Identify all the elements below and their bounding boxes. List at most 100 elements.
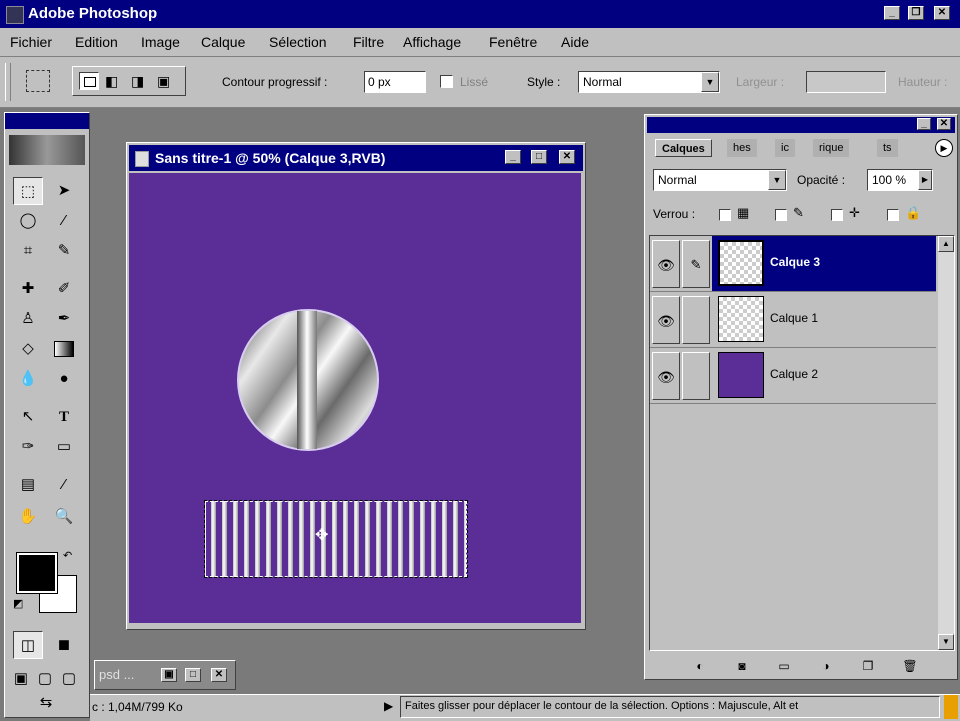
minimized-doc-window[interactable]: psd ... ▣ □ ✕ [94, 660, 236, 690]
foreground-color-swatch[interactable] [17, 553, 57, 593]
menu-image[interactable]: Image [141, 28, 180, 56]
intersect-selection-icon[interactable]: ▣ [157, 72, 177, 90]
visibility-eye-icon[interactable]: 👁 [652, 352, 680, 400]
new-set-icon[interactable]: ▭ [773, 657, 795, 675]
lock-position-checkbox[interactable] [831, 209, 843, 221]
add-selection-icon[interactable]: ◧ [105, 72, 125, 90]
chevron-down-icon[interactable]: ▼ [701, 72, 719, 92]
jump-to-imageready-icon[interactable]: ⇆ [13, 691, 79, 715]
brush-link-icon[interactable]: ✎ [682, 240, 710, 288]
new-layer-icon[interactable]: ❐ [857, 657, 879, 675]
default-colors-icon[interactable]: ◩ [13, 597, 23, 610]
opacity-arrow-icon[interactable]: ▶ [918, 170, 932, 190]
subtract-selection-icon[interactable]: ◨ [131, 72, 151, 90]
tab-calques[interactable]: Calques [655, 139, 712, 157]
link-empty-slot[interactable] [682, 296, 710, 344]
close-button[interactable]: ✕ [934, 6, 950, 20]
layer-style-icon[interactable]: ◐ [689, 657, 711, 675]
panel-menu-icon[interactable]: ▶ [935, 139, 953, 157]
path-selection-tool-icon[interactable]: ↖ [13, 403, 43, 431]
panel-minimize-button[interactable]: _ [917, 118, 931, 130]
status-arrow-icon[interactable]: ▶ [384, 699, 393, 713]
layer-row-calque-2[interactable]: 👁 Calque 2 [650, 348, 936, 404]
toolbox: ⬚ ➤ ◯ ⁄ ⌗ ✎ ✚ ✐ ♙ ✒ ◇ 💧 ● ↖ T ✑ ▭ ▤ ⁄ ✋ … [4, 112, 90, 718]
type-tool-icon[interactable]: T [49, 403, 79, 431]
trash-icon[interactable]: 🗑 [899, 657, 921, 675]
resize-grip-icon[interactable] [944, 695, 958, 719]
clone-stamp-tool-icon[interactable]: ♙ [13, 305, 43, 333]
visibility-eye-icon[interactable]: 👁 [652, 296, 680, 344]
hand-tool-icon[interactable]: ✋ [13, 503, 43, 531]
layers-panel-titlebar[interactable]: _ ✕ [647, 117, 955, 133]
shape-tool-icon[interactable]: ▭ [49, 433, 79, 461]
brush-tool-icon[interactable]: ✐ [49, 275, 79, 303]
menu-aide[interactable]: Aide [561, 28, 589, 56]
dodge-tool-icon[interactable]: ● [49, 365, 79, 393]
gradient-tool-icon[interactable] [49, 335, 79, 363]
tab-channels[interactable]: hes [727, 139, 757, 157]
mini-restore-button[interactable]: ▣ [161, 668, 177, 682]
full-screen-mode-icon[interactable]: ▢ [57, 665, 81, 693]
adjustment-layer-icon[interactable]: ◑ [815, 657, 837, 675]
layer-row-calque-1[interactable]: 👁 Calque 1 [650, 292, 936, 348]
menu-edition[interactable]: Edition [75, 28, 118, 56]
standard-screen-mode-icon[interactable]: ▣ [9, 665, 33, 693]
pen-tool-icon[interactable]: ✑ [13, 433, 43, 461]
lock-transparency-icon: ▦ [737, 205, 750, 220]
minimize-button[interactable]: _ [884, 6, 900, 20]
marquee-tool-icon[interactable]: ⬚ [13, 177, 43, 205]
swap-colors-icon[interactable]: ↶ [63, 549, 72, 562]
menu-filtre[interactable]: Filtre [353, 28, 384, 56]
restore-button[interactable]: ❐ [908, 6, 924, 20]
scroll-up-button[interactable]: ▲ [938, 236, 954, 252]
tab-history[interactable]: rique [813, 139, 850, 157]
standard-mode-icon[interactable]: ◫ [13, 631, 43, 659]
antialias-checkbox[interactable] [440, 75, 453, 88]
tab-paths[interactable]: ic [775, 139, 795, 157]
visibility-eye-icon[interactable]: 👁 [652, 240, 680, 288]
feather-input[interactable]: 0 px [364, 71, 426, 93]
lasso-tool-icon[interactable]: ◯ [13, 207, 43, 235]
magic-wand-tool-icon[interactable]: ⁄ [49, 207, 79, 235]
eraser-tool-icon[interactable]: ◇ [13, 335, 43, 363]
eyedropper-tool-icon[interactable]: ⁄ [49, 471, 79, 499]
quick-mask-mode-icon[interactable]: ◼ [49, 631, 79, 659]
scroll-down-button[interactable]: ▼ [938, 634, 954, 650]
lock-pixels-checkbox[interactable] [775, 209, 787, 221]
healing-brush-tool-icon[interactable]: ✚ [13, 275, 43, 303]
new-selection-icon[interactable] [79, 72, 99, 90]
history-brush-tool-icon[interactable]: ✒ [49, 305, 79, 333]
tab-actions[interactable]: ts [877, 139, 898, 157]
chevron-down-icon[interactable]: ▼ [768, 170, 786, 190]
canvas[interactable]: ✥ [129, 173, 581, 623]
slice-tool-icon[interactable]: ✎ [49, 237, 79, 265]
notes-tool-icon[interactable]: ▤ [13, 471, 43, 499]
menu-fenetre[interactable]: Fenêtre [489, 28, 537, 56]
blur-tool-icon[interactable]: 💧 [13, 365, 43, 393]
document-titlebar[interactable]: Sans titre-1 @ 50% (Calque 3,RVB) _ □ ✕ [129, 145, 583, 171]
layer-row-calque-3[interactable]: 👁 ✎ Calque 3 [650, 236, 936, 292]
blend-mode-select[interactable]: Normal ▼ [653, 169, 787, 191]
opacity-input[interactable]: 100 % ▶ [867, 169, 933, 191]
full-screen-menu-mode-icon[interactable]: ▢ [33, 665, 57, 693]
marquee-preset-icon[interactable] [26, 70, 50, 92]
menu-selection[interactable]: Sélection [269, 28, 327, 56]
menu-affichage[interactable]: Affichage [403, 28, 461, 56]
zoom-tool-icon[interactable]: 🔍 [49, 503, 79, 531]
menu-fichier[interactable]: Fichier [10, 28, 52, 56]
mini-close-button[interactable]: ✕ [211, 668, 227, 682]
layers-scrollbar[interactable]: ▲ ▼ [938, 236, 954, 650]
doc-maximize-button[interactable]: □ [531, 150, 547, 164]
add-mask-icon[interactable]: ◙ [731, 657, 753, 675]
style-select[interactable]: Normal ▼ [578, 71, 720, 93]
crop-tool-icon[interactable]: ⌗ [13, 237, 43, 265]
lock-all-checkbox[interactable] [887, 209, 899, 221]
doc-close-button[interactable]: ✕ [559, 150, 575, 164]
menu-calque[interactable]: Calque [201, 28, 245, 56]
link-empty-slot[interactable] [682, 352, 710, 400]
mini-maximize-button[interactable]: □ [185, 668, 201, 682]
doc-minimize-button[interactable]: _ [505, 150, 521, 164]
lock-transparency-checkbox[interactable] [719, 209, 731, 221]
panel-close-button[interactable]: ✕ [937, 118, 951, 130]
move-tool-icon[interactable]: ➤ [49, 177, 79, 205]
